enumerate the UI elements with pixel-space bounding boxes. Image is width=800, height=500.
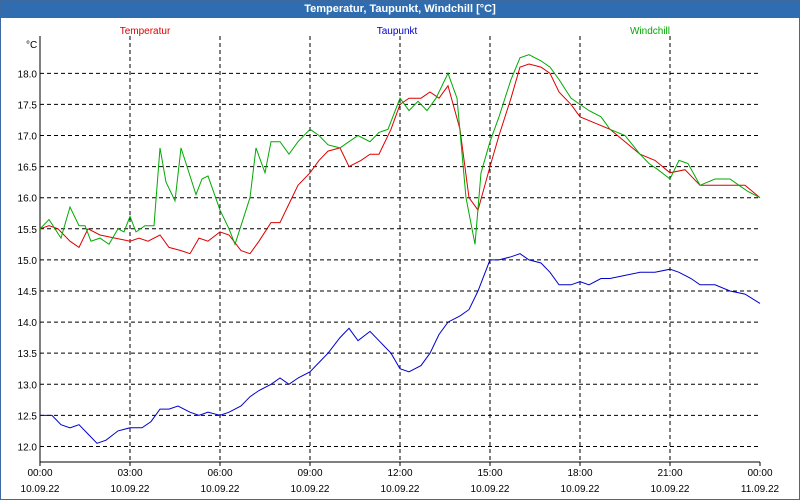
y-tick-label: 14.0 bbox=[18, 318, 38, 329]
x-tick-time: 00:00 bbox=[747, 468, 772, 479]
y-tick-label: 15.0 bbox=[18, 256, 38, 267]
x-tick-time: 00:00 bbox=[27, 468, 52, 479]
y-axis-unit: °C bbox=[26, 40, 37, 51]
y-tick-label: 13.5 bbox=[18, 349, 38, 360]
y-tick-label: 17.0 bbox=[18, 132, 38, 143]
x-tick-time: 12:00 bbox=[387, 468, 412, 479]
x-tick-date: 10.09.22 bbox=[561, 484, 600, 495]
x-tick-time: 03:00 bbox=[117, 468, 142, 479]
x-tick-date: 10.09.22 bbox=[201, 484, 240, 495]
x-tick-time: 21:00 bbox=[657, 468, 682, 479]
x-tick-date: 10.09.22 bbox=[651, 484, 690, 495]
x-tick-date: 10.09.22 bbox=[111, 484, 150, 495]
x-tick-time: 09:00 bbox=[297, 468, 322, 479]
x-tick-date: 11.09.22 bbox=[741, 484, 780, 495]
x-tick-date: 10.09.22 bbox=[381, 484, 420, 495]
legend-windchill: Windchill bbox=[630, 26, 670, 37]
y-tick-label: 18.0 bbox=[18, 69, 38, 80]
y-tick-label: 16.5 bbox=[18, 163, 38, 174]
x-tick-date: 10.09.22 bbox=[21, 484, 60, 495]
x-tick-date: 10.09.22 bbox=[471, 484, 510, 495]
y-tick-label: 12.0 bbox=[18, 442, 38, 453]
y-tick-label: 15.5 bbox=[18, 225, 38, 236]
legend-taupunkt: Taupunkt bbox=[377, 26, 418, 37]
y-tick-label: 16.0 bbox=[18, 194, 38, 205]
y-tick-label: 12.5 bbox=[18, 411, 38, 422]
legend-temperatur: Temperatur bbox=[120, 26, 171, 37]
x-tick-time: 18:00 bbox=[567, 468, 592, 479]
x-tick-date: 10.09.22 bbox=[291, 484, 330, 495]
x-tick-time: 15:00 bbox=[477, 468, 502, 479]
line-chart: 18.0 17.5 17.0 16.5 16.0 15.5 15.0 14.5 14.0 13.5… bbox=[18, 26, 780, 495]
y-tick-label: 14.5 bbox=[18, 287, 38, 298]
y-tick-label: 17.5 bbox=[18, 100, 38, 111]
x-tick-time: 06:00 bbox=[207, 468, 232, 479]
y-tick-label: 13.0 bbox=[18, 380, 38, 391]
